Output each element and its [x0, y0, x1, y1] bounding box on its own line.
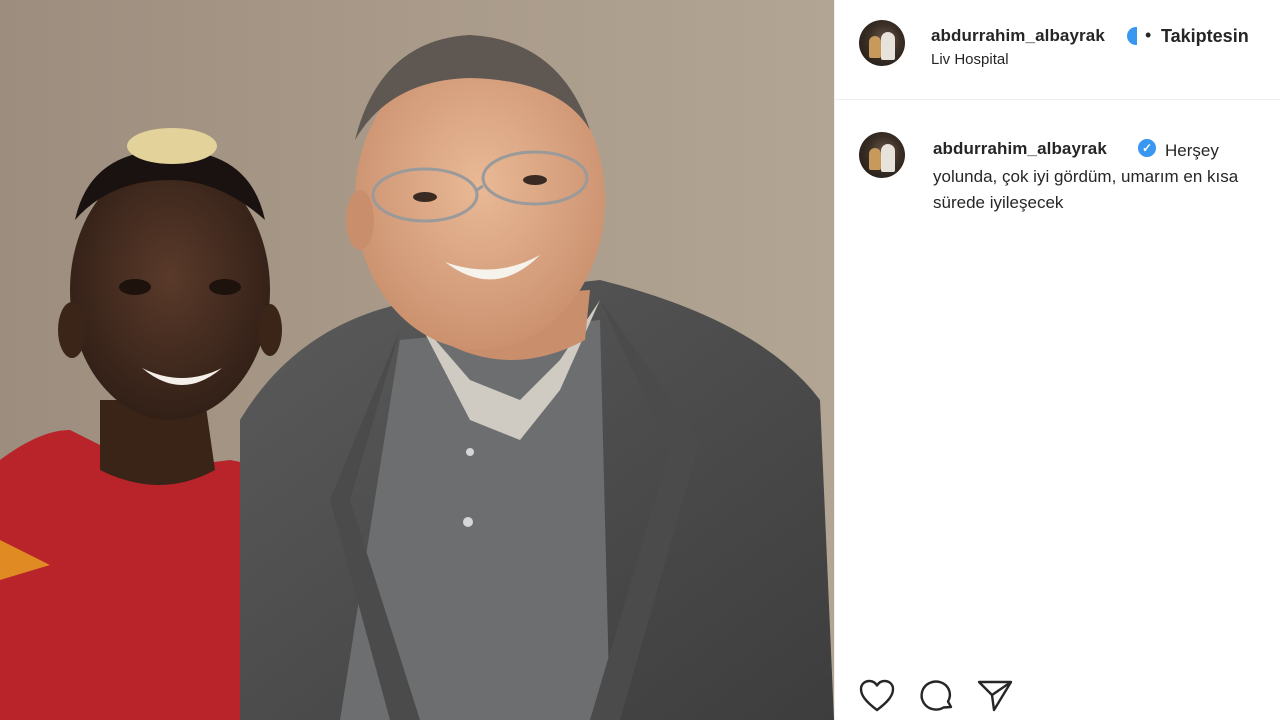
follow-button[interactable]: Takiptesin [1161, 26, 1249, 47]
caption-text: Herşey yolunda, çok iyi gördüm, umarım e… [933, 141, 1239, 212]
instagram-post: abdurrahim_albayrak • Takiptesin Liv Hos… [0, 0, 1280, 720]
action-bar [857, 676, 1057, 716]
post-side-panel: abdurrahim_albayrak • Takiptesin Liv Hos… [834, 0, 1280, 720]
caption-avatar[interactable] [859, 132, 905, 178]
avatar[interactable] [859, 20, 905, 66]
share-icon [977, 680, 1013, 712]
post-header: abdurrahim_albayrak • Takiptesin Liv Hos… [835, 0, 1280, 100]
verified-badge-icon [1127, 27, 1137, 45]
caption: Herşey yolunda, çok iyi gördüm, umarım e… [933, 138, 1269, 216]
comment-icon [920, 680, 953, 711]
heart-icon [859, 679, 895, 712]
header-separator: • [1145, 25, 1152, 45]
share-button[interactable] [975, 676, 1015, 716]
comment-button[interactable] [917, 676, 957, 716]
post-photo[interactable] [0, 0, 834, 720]
header-username[interactable]: abdurrahim_albayrak [931, 26, 1105, 46]
photo-illustration [0, 0, 834, 720]
like-button[interactable] [857, 676, 897, 716]
location-link[interactable]: Liv Hospital [931, 51, 1009, 68]
